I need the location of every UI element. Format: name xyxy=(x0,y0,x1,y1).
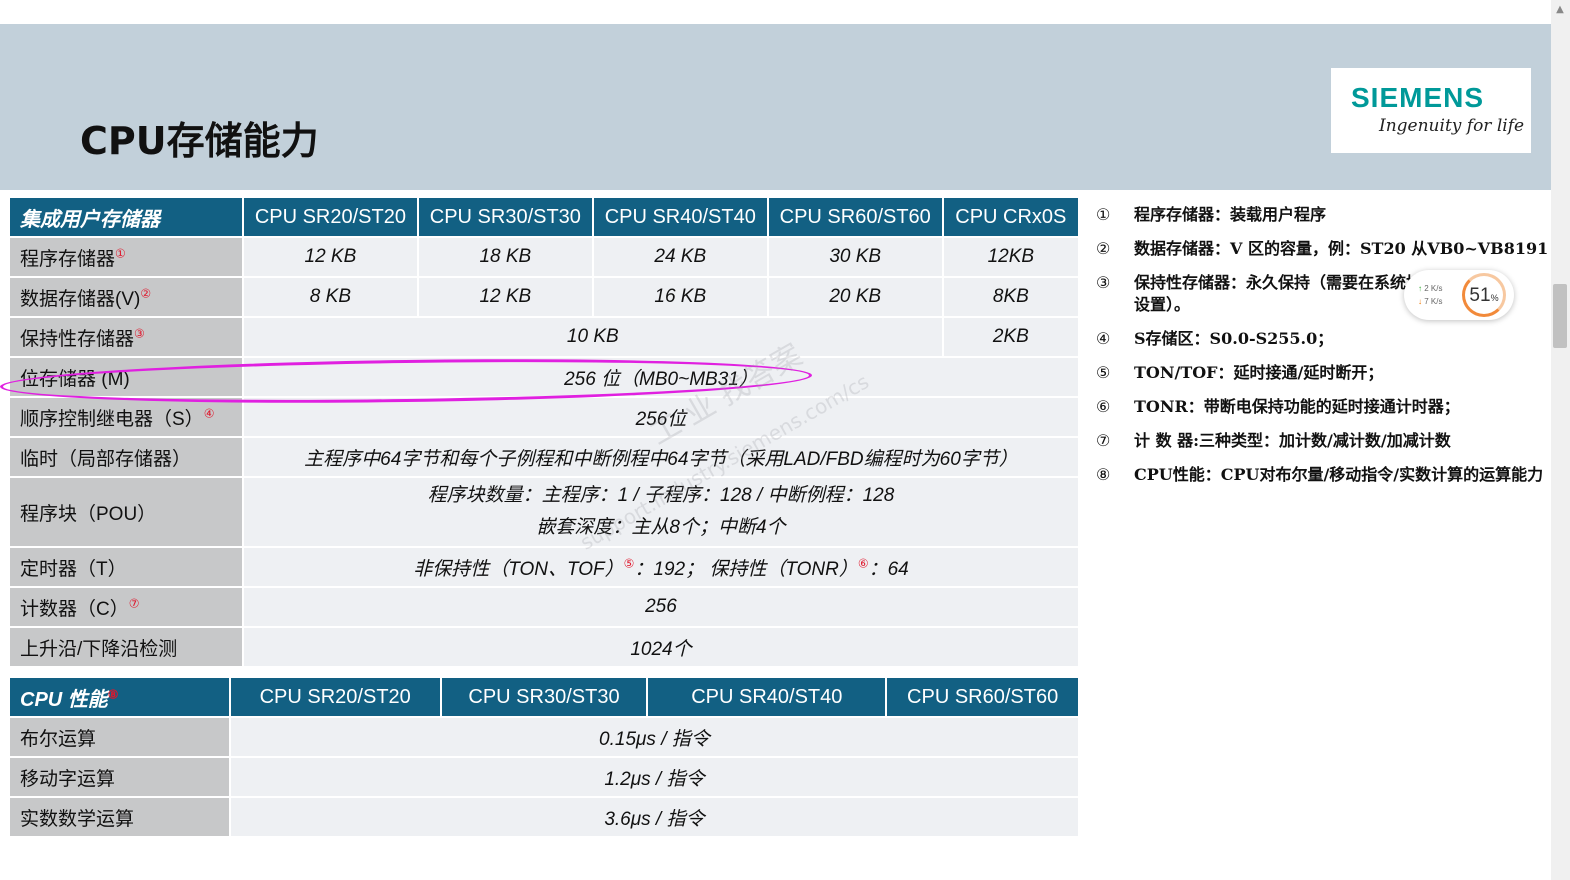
table-cell: 8KB xyxy=(943,278,1078,316)
row-label: 顺序控制继电器（S）④ xyxy=(10,398,242,436)
logo-tagline: Ingenuity for life xyxy=(1379,116,1525,136)
header-cell: 集成用户存储器 xyxy=(10,198,242,236)
table-header-row: 集成用户存储器 CPU SR20/ST20 CPU SR30/ST30 CPU … xyxy=(10,198,1078,236)
table-row: 实数数学运算 3.6μs / 指令 xyxy=(10,798,1078,836)
row-label: 临时（局部存储器） xyxy=(10,438,242,476)
table-cell: 30 KB xyxy=(768,238,942,276)
list-item: ⑧ CPU性能：CPU对布尔量/移动指令/实数计算的运算能力 xyxy=(1096,465,1544,484)
row-label: 上升沿/下降沿检测 xyxy=(10,628,242,666)
row-label: 移动字运算 xyxy=(10,758,229,796)
table-row: 数据存储器(V)② 8 KB 12 KB 16 KB 20 KB 8KB xyxy=(10,278,1078,316)
table-cell: 12KB xyxy=(943,238,1078,276)
row-label: 布尔运算 xyxy=(10,718,229,756)
row-label: 程序块（POU） xyxy=(10,478,242,546)
header-cell: CPU SR60/ST60 xyxy=(768,198,942,236)
table-row: 程序块（POU） 程序块数量：主程序：1 / 子程序：128 / 中断例程：12… xyxy=(10,478,1078,546)
siemens-logo: SIEMENS Ingenuity for life xyxy=(1331,68,1531,153)
list-item: ⑦计 数 器:三种类型：加计数/减计数/加减计数 xyxy=(1096,431,1451,450)
upload-speed: ↑ 2 K/s xyxy=(1418,284,1443,293)
table-row: 程序存储器① 12 KB 18 KB 24 KB 30 KB 12KB xyxy=(10,238,1078,276)
table-row: 计数器（C）⑦ 256 xyxy=(10,588,1078,626)
row-label: 数据存储器(V)② xyxy=(10,278,242,316)
row-label: 程序存储器① xyxy=(10,238,242,276)
list-item: ⑤ TON/TOF：延时接通/延时断开； xyxy=(1096,363,1384,382)
row-label: 计数器（C）⑦ xyxy=(10,588,242,626)
table-cell: 18 KB xyxy=(418,238,592,276)
table-cell: 8 KB xyxy=(243,278,417,316)
table-cell: 1.2μs / 指令 xyxy=(230,758,1078,796)
table-row: 定时器（T） 非保持性（TON、TOF）⑤：192； 保持性（TONR）⑥：64 xyxy=(10,548,1078,586)
header-cell: CPU SR40/ST40 xyxy=(648,678,886,716)
table-cell: 2KB xyxy=(943,318,1078,356)
table-row: 上升沿/下降沿检测 1024个 xyxy=(10,628,1078,666)
memory-table: 集成用户存储器 CPU SR20/ST20 CPU SR30/ST30 CPU … xyxy=(8,196,1080,668)
page-title: CPU存储能力 xyxy=(80,119,319,163)
table-cell: 1024个 xyxy=(243,628,1078,666)
table-row: 顺序控制继电器（S）④ 256位 xyxy=(10,398,1078,436)
list-item: ④ S存储区：S0.0-S255.0； xyxy=(1096,329,1334,348)
list-item: ① 程序存储器：装载用户程序 xyxy=(1096,205,1327,224)
header-cell: CPU SR20/ST20 xyxy=(230,678,440,716)
table-cell: 20 KB xyxy=(768,278,942,316)
vertical-scrollbar[interactable] xyxy=(1551,0,1570,880)
table-row: 保持性存储器③ 10 KB 2KB xyxy=(10,318,1078,356)
table-cell: 16 KB xyxy=(593,278,767,316)
scrollbar-thumb[interactable] xyxy=(1553,284,1567,348)
scroll-up-arrow-icon[interactable]: ▲ xyxy=(1553,0,1567,20)
row-label: 保持性存储器③ xyxy=(10,318,242,356)
table-header-row: CPU 性能⑧ CPU SR20/ST20 CPU SR30/ST30 CPU … xyxy=(10,678,1078,716)
usage-percent: 51% xyxy=(1469,285,1499,306)
table-cell: 0.15μs / 指令 xyxy=(230,718,1078,756)
header-cell: CPU CRx0S xyxy=(943,198,1078,236)
table-row: 临时（局部存储器） 主程序中64字节和每个子例程和中断例程中64字节（采用LAD… xyxy=(10,438,1078,476)
row-label: 定时器（T） xyxy=(10,548,242,586)
table-cell: 非保持性（TON、TOF）⑤：192； 保持性（TONR）⑥：64 xyxy=(243,548,1078,586)
table-cell: 24 KB xyxy=(593,238,767,276)
download-speed: ↓ 7 K/s xyxy=(1418,297,1443,306)
network-speed-widget[interactable]: ↑ 2 K/s ↓ 7 K/s 51% xyxy=(1404,270,1514,320)
table-cell: 10 KB xyxy=(243,318,942,356)
pou-nesting-line: 嵌套深度：主从8个；中断4个 xyxy=(536,517,786,538)
header-cell: CPU SR60/ST60 xyxy=(887,678,1078,716)
table-cell: 3.6μs / 指令 xyxy=(230,798,1078,836)
table-row: 移动字运算 1.2μs / 指令 xyxy=(10,758,1078,796)
row-label: 实数数学运算 xyxy=(10,798,229,836)
header-cell: CPU SR30/ST30 xyxy=(441,678,647,716)
table-cell: 12 KB xyxy=(243,238,417,276)
table-cell: 256 xyxy=(243,588,1078,626)
header-cell: CPU SR20/ST20 xyxy=(243,198,417,236)
table-row: 布尔运算 0.15μs / 指令 xyxy=(10,718,1078,756)
slide-header-band xyxy=(0,24,1551,190)
list-item: ② 数据存储器：V 区的容量，例：ST20 从VB0~VB8191 xyxy=(1096,239,1549,258)
header-cell: CPU 性能⑧ xyxy=(10,678,229,716)
table-cell: 12 KB xyxy=(418,278,592,316)
header-cell: CPU SR30/ST30 xyxy=(418,198,592,236)
header-cell: CPU SR40/ST40 xyxy=(593,198,767,236)
list-item: ⑥ TONR：带断电保持功能的延时接通计时器； xyxy=(1096,397,1460,416)
logo-brand: SIEMENS xyxy=(1351,82,1485,113)
notes-list: ① 程序存储器：装载用户程序 ② 数据存储器：V 区的容量，例：ST20 从VB0~… xyxy=(1096,204,1551,498)
performance-table: CPU 性能⑧ CPU SR20/ST20 CPU SR30/ST30 CPU … xyxy=(8,676,1080,838)
